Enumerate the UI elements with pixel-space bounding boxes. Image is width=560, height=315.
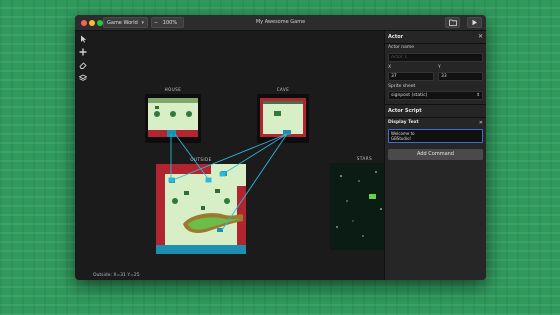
y-input[interactable]: 33 bbox=[438, 72, 483, 81]
panel-title: Actor bbox=[388, 34, 404, 40]
actor-name-label: Actor name bbox=[388, 45, 415, 50]
layers-icon bbox=[78, 74, 88, 81]
display-text-input[interactable]: Welcome to GBStudio! bbox=[388, 129, 483, 143]
actor-name-input[interactable] bbox=[388, 53, 483, 62]
close-icon[interactable]: ✕ bbox=[478, 31, 483, 43]
house-scene-label: HOUSE bbox=[164, 87, 182, 92]
outside-scene[interactable] bbox=[156, 164, 246, 254]
app-window: Game World ▾ − 100% + My Awesome Game bbox=[75, 15, 486, 280]
add-command-button[interactable]: Add Command bbox=[388, 149, 483, 160]
cave-scene-label: CAVE bbox=[276, 87, 290, 92]
panel-divider bbox=[385, 43, 486, 44]
sprite-sheet-value: signpost (static) bbox=[391, 93, 428, 98]
chevron-updown-icon: ⇕ bbox=[476, 93, 480, 98]
folder-icon bbox=[448, 19, 457, 26]
house-scene[interactable] bbox=[145, 94, 201, 143]
y-label: Y bbox=[438, 65, 441, 70]
eraser-icon bbox=[79, 62, 87, 69]
remove-command-icon[interactable]: ✕ bbox=[479, 117, 483, 129]
add-icon bbox=[79, 48, 87, 56]
eraser-tool-button[interactable] bbox=[78, 61, 88, 71]
title-bar: Game World ▾ − 100% + My Awesome Game bbox=[75, 15, 486, 37]
tool-palette bbox=[75, 31, 91, 280]
stars-scene[interactable] bbox=[330, 163, 384, 250]
play-icon bbox=[472, 19, 477, 26]
open-folder-button[interactable] bbox=[445, 17, 460, 28]
sprite-sheet-select[interactable]: signpost (static) ⇕ bbox=[388, 91, 483, 100]
sprite-sheet-label: Sprite sheet bbox=[388, 84, 416, 89]
add-actor-tool-button[interactable] bbox=[78, 48, 88, 58]
outside-scene-label: OUTSIDE bbox=[190, 157, 212, 162]
play-button[interactable] bbox=[467, 17, 482, 28]
command-title: Display Text bbox=[388, 120, 419, 125]
x-label: X bbox=[388, 65, 392, 70]
status-bar: Outside: X=31 Y=25 bbox=[93, 273, 140, 278]
actor-panel: Actor ✕ Actor name X 37 Y 33 Sprite shee… bbox=[384, 31, 486, 280]
pointer-icon bbox=[80, 35, 86, 43]
x-input[interactable]: 37 bbox=[388, 72, 434, 81]
actor-script-heading: Actor Script bbox=[388, 108, 422, 114]
display-text-line-2: GBStudio! bbox=[391, 136, 412, 141]
select-tool-button[interactable] bbox=[78, 35, 88, 45]
world-canvas[interactable]: HOUSE CAVE OUTSIDE STARS Outside: X=31 Y… bbox=[91, 31, 384, 280]
layers-tool-button[interactable] bbox=[78, 74, 88, 84]
window-title: My Awesome Game bbox=[255, 19, 306, 25]
